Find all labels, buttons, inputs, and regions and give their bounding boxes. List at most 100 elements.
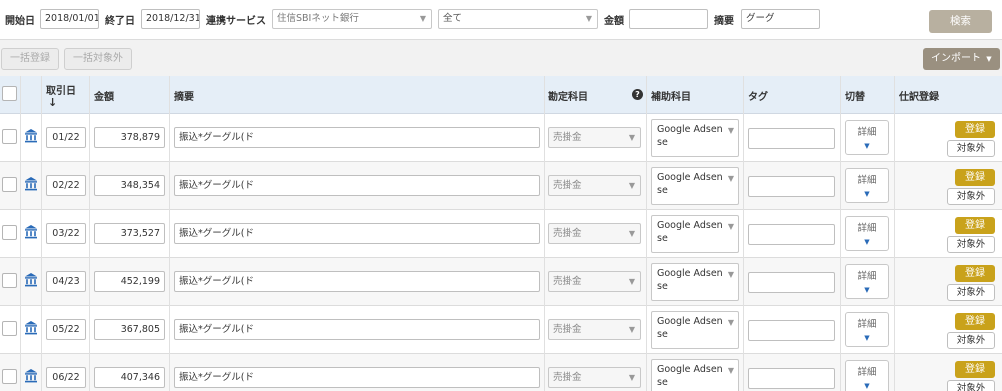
register-button[interactable]: 登録 xyxy=(955,313,995,330)
exclude-button[interactable]: 対象外 xyxy=(947,332,995,349)
date-input[interactable]: 03/22 xyxy=(46,223,86,244)
row-checkbox[interactable] xyxy=(2,177,17,192)
chevron-down-icon: ▼ xyxy=(864,382,870,390)
date-header[interactable]: 取引日 xyxy=(46,82,76,97)
tag-input[interactable] xyxy=(748,224,835,245)
register-button[interactable]: 登録 xyxy=(955,265,995,282)
caret-down-icon: ▼ xyxy=(585,14,592,23)
column-divider xyxy=(646,76,647,391)
description-input[interactable]: 振込*グーグル(ド xyxy=(174,175,540,196)
row-checkbox[interactable] xyxy=(2,273,17,288)
row-checkbox[interactable] xyxy=(2,129,17,144)
detail-toggle-button[interactable]: 詳細 ▼ xyxy=(845,312,889,347)
sub-account-select-value: Google Adsense xyxy=(657,268,723,292)
import-button[interactable]: インポート ▼ xyxy=(923,48,1000,70)
register-button[interactable]: 登録 xyxy=(955,361,995,378)
date-input[interactable]: 04/23 xyxy=(46,271,86,292)
bank-icon[interactable] xyxy=(24,320,38,336)
bank-icon[interactable] xyxy=(24,368,38,384)
description-input[interactable]: 振込*グーグル(ド xyxy=(174,271,540,292)
bulk-register-button[interactable]: 一括登録 xyxy=(1,48,59,70)
description-input[interactable]: 振込*グーグル(ド xyxy=(174,223,540,244)
amount-input[interactable]: 407,346 xyxy=(94,367,165,388)
sub-account-select[interactable]: Google Adsense ▼ xyxy=(651,167,739,205)
description-input[interactable]: 振込*グーグル(ド xyxy=(174,127,540,148)
description-input[interactable]: 振込*グーグル(ド xyxy=(174,319,540,340)
account-header: 勘定科目 xyxy=(548,92,588,103)
detail-label: 詳細 xyxy=(857,127,877,138)
account-select[interactable]: 売掛金 ▼ xyxy=(548,127,641,148)
select-all-checkbox[interactable] xyxy=(2,86,17,101)
row-checkbox[interactable] xyxy=(2,369,17,384)
tag-input[interactable] xyxy=(748,128,835,149)
row-checkbox[interactable] xyxy=(2,321,17,336)
caret-down-icon: ▼ xyxy=(727,174,734,183)
exclude-button[interactable]: 対象外 xyxy=(947,380,995,391)
sub-account-select[interactable]: Google Adsense ▼ xyxy=(651,311,739,349)
amount-input[interactable]: 348,354 xyxy=(94,175,165,196)
caret-down-icon: ▼ xyxy=(628,133,635,142)
import-button-label: インポート xyxy=(931,53,981,64)
account-select[interactable]: 売掛金 ▼ xyxy=(548,367,641,388)
account-select[interactable]: 売掛金 ▼ xyxy=(548,271,641,292)
detail-toggle-button[interactable]: 詳細 ▼ xyxy=(845,120,889,155)
sub-account-select[interactable]: Google Adsense ▼ xyxy=(651,215,739,253)
date-input[interactable]: 06/22 xyxy=(46,367,86,388)
search-button[interactable]: 検索 xyxy=(929,10,992,33)
account-select-value: 売掛金 xyxy=(553,228,582,239)
caret-down-icon: ▼ xyxy=(727,366,734,375)
amount-input[interactable]: 373,527 xyxy=(94,223,165,244)
amount-input[interactable] xyxy=(629,9,708,29)
exclude-button[interactable]: 対象外 xyxy=(947,236,995,253)
detail-toggle-button[interactable]: 詳細 ▼ xyxy=(845,264,889,299)
sort-down-icon[interactable]: ↓ xyxy=(48,96,57,109)
sub-account-header: 補助科目 xyxy=(651,92,691,103)
service-select[interactable]: 住信SBIネット銀行 ▼ xyxy=(272,9,432,29)
register-button[interactable]: 登録 xyxy=(955,121,995,138)
register-button[interactable]: 登録 xyxy=(955,217,995,234)
account-select-value: 売掛金 xyxy=(553,276,582,287)
bank-icon[interactable] xyxy=(24,128,38,144)
row-checkbox[interactable] xyxy=(2,225,17,240)
help-icon[interactable]: ? xyxy=(632,89,643,100)
sub-account-select[interactable]: Google Adsense ▼ xyxy=(651,359,739,391)
amount-input[interactable]: 452,199 xyxy=(94,271,165,292)
chevron-down-icon: ▼ xyxy=(864,238,870,246)
bulk-exclude-button[interactable]: 一括対象外 xyxy=(64,48,132,70)
account-select[interactable]: 売掛金 ▼ xyxy=(548,175,641,196)
date-input[interactable]: 01/22 xyxy=(46,127,86,148)
exclude-button[interactable]: 対象外 xyxy=(947,284,995,301)
tag-input[interactable] xyxy=(748,368,835,389)
register-button[interactable]: 登録 xyxy=(955,169,995,186)
date-input[interactable]: 05/22 xyxy=(46,319,86,340)
description-input[interactable]: 振込*グーグル(ド xyxy=(174,367,540,388)
table-header: 取引日 ↓ 金額 摘要 勘定科目 ? 補助科目 タグ 切替 仕訳登録 xyxy=(0,76,1002,114)
tag-input[interactable] xyxy=(748,176,835,197)
exclude-button[interactable]: 対象外 xyxy=(947,140,995,157)
description-input[interactable]: グーグ xyxy=(741,9,820,29)
date-input[interactable]: 02/22 xyxy=(46,175,86,196)
detail-toggle-button[interactable]: 詳細 ▼ xyxy=(845,360,889,391)
tag-input[interactable] xyxy=(748,320,835,341)
end-date-input[interactable]: 2018/12/31 xyxy=(141,9,200,29)
bank-icon[interactable] xyxy=(24,224,38,240)
bank-icon[interactable] xyxy=(24,176,38,192)
account-select[interactable]: 売掛金 ▼ xyxy=(548,223,641,244)
amount-input[interactable]: 378,879 xyxy=(94,127,165,148)
bank-icon[interactable] xyxy=(24,272,38,288)
detail-label: 詳細 xyxy=(857,319,877,330)
start-date-input[interactable]: 2018/01/01 xyxy=(40,9,99,29)
tag-input[interactable] xyxy=(748,272,835,293)
table-row: 03/22 373,527 振込*グーグル(ド 売掛金 ▼ Google Ads… xyxy=(0,210,1002,258)
sub-account-select[interactable]: Google Adsense ▼ xyxy=(651,263,739,301)
category-select[interactable]: 全て ▼ xyxy=(438,9,598,29)
detail-toggle-button[interactable]: 詳細 ▼ xyxy=(845,168,889,203)
account-select[interactable]: 売掛金 ▼ xyxy=(548,319,641,340)
table-row: 05/22 367,805 振込*グーグル(ド 売掛金 ▼ Google Ads… xyxy=(0,306,1002,354)
sub-account-select[interactable]: Google Adsense ▼ xyxy=(651,119,739,157)
column-divider xyxy=(840,76,841,391)
detail-toggle-button[interactable]: 詳細 ▼ xyxy=(845,216,889,251)
amount-input[interactable]: 367,805 xyxy=(94,319,165,340)
exclude-button[interactable]: 対象外 xyxy=(947,188,995,205)
chevron-down-icon: ▼ xyxy=(864,142,870,150)
